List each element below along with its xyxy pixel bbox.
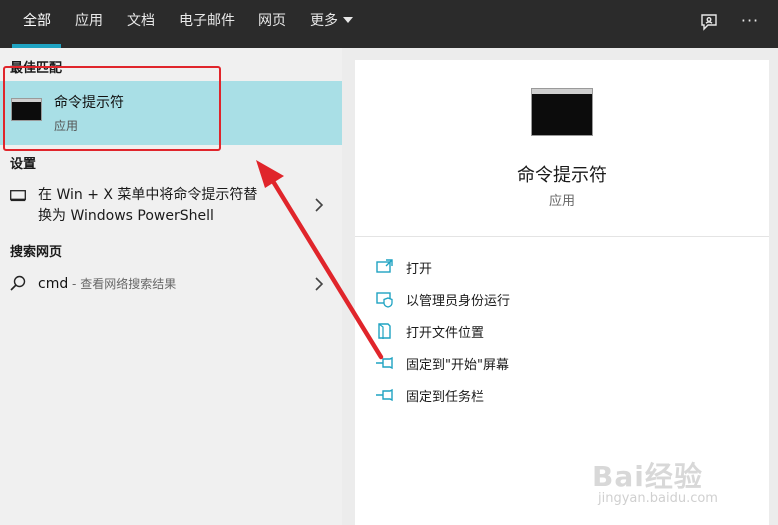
preview-subtitle: 应用 [548, 194, 575, 209]
action-pin-to-taskbar[interactable]: 固定到任务栏 [375, 383, 755, 407]
settings-result-line1: 在 Win + X 菜单中将命令提示符替 [38, 187, 258, 203]
chevron-right-icon [315, 277, 324, 291]
feedback-icon[interactable] [697, 10, 721, 34]
action-pin-to-start[interactable]: 固定到"开始"屏幕 [375, 351, 755, 375]
admin-shield-icon [376, 292, 393, 308]
pin-icon [376, 356, 393, 370]
tab-more[interactable]: 更多 [310, 0, 353, 48]
action-run-as-admin-label: 以管理员身份运行 [406, 294, 511, 309]
tab-documents[interactable]: 文档 [127, 0, 155, 48]
open-icon [376, 259, 393, 273]
action-run-as-admin[interactable]: 以管理员身份运行 [375, 287, 755, 311]
file-location-icon [378, 323, 391, 339]
chevron-down-icon [343, 17, 353, 23]
action-open-file-location[interactable]: 打开文件位置 [375, 319, 755, 343]
action-pin-to-start-label: 固定到"开始"屏幕 [406, 358, 509, 373]
preview-divider [355, 236, 769, 237]
tab-apps[interactable]: 应用 [75, 0, 103, 48]
pin-icon [376, 388, 393, 402]
monitor-icon [10, 190, 26, 202]
tab-all[interactable]: 全部 [23, 0, 51, 48]
search-icon [10, 275, 26, 291]
tab-email[interactable]: 电子邮件 [179, 0, 235, 48]
web-search-result[interactable]: cmd - 查看网络搜索结果 [0, 270, 342, 298]
preview-title: 命令提示符 [517, 165, 607, 186]
cmd-large-icon [531, 88, 593, 136]
tab-web[interactable]: 网页 [258, 0, 286, 48]
action-open-label: 打开 [406, 262, 433, 277]
annotation-highlight-box [3, 66, 221, 151]
action-open[interactable]: 打开 [375, 255, 755, 279]
settings-result[interactable]: 在 Win + X 菜单中将命令提示符替 换为 Windows PowerShe… [0, 182, 342, 228]
web-search-header: 搜索网页 [10, 245, 63, 260]
more-options-icon[interactable]: ··· [738, 8, 762, 32]
action-pin-to-taskbar-label: 固定到任务栏 [406, 390, 485, 405]
watermark-brand: Bai经验 [592, 460, 703, 493]
settings-header: 设置 [10, 157, 37, 172]
tab-more-label: 更多 [310, 13, 338, 29]
baidu-jingyan-watermark: Bai经验 jingyan.baidu.com [592, 455, 742, 515]
action-open-file-location-label: 打开文件位置 [406, 326, 485, 341]
chevron-right-icon [315, 198, 324, 212]
watermark-url: jingyan.baidu.com [598, 491, 718, 506]
web-search-query: cmd [38, 276, 69, 292]
settings-result-line2: 换为 Windows PowerShell [38, 208, 214, 224]
web-search-suffix: - 查看网络搜索结果 [68, 277, 177, 291]
search-tabs-bar: 全部 应用 文档 电子邮件 网页 更多 ··· [0, 0, 778, 48]
